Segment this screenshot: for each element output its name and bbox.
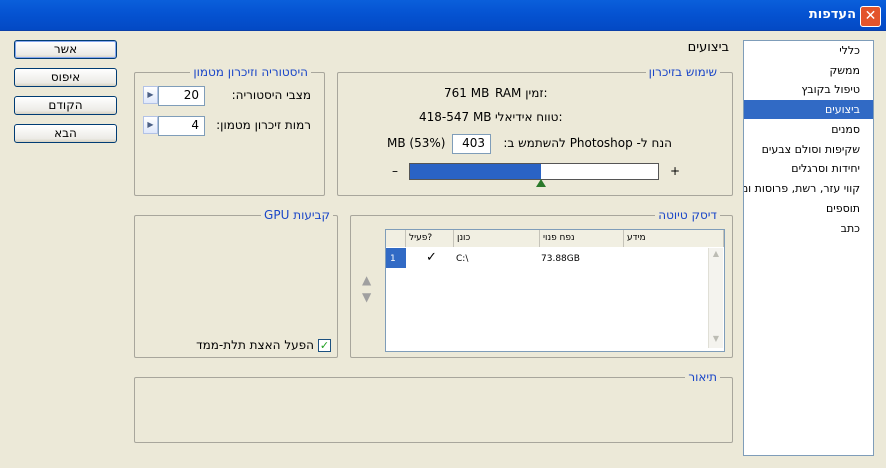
prev-button[interactable]: הקודם: [14, 96, 117, 115]
ideal-range-label: טווח אידיאלי:: [495, 110, 563, 124]
sidebar-item-plugins[interactable]: תוספים: [744, 199, 873, 218]
sidebar-item-units-rulers[interactable]: יחידות וסרגלים: [744, 159, 873, 178]
column-header-free-space[interactable]: נפח פנוי: [540, 230, 624, 247]
available-ram-label: RAM זמין:: [495, 86, 548, 100]
column-header-active[interactable]: פעיל?: [406, 230, 454, 247]
enable-opengl-checkbox[interactable]: ✓: [318, 339, 331, 352]
history-states-spinner[interactable]: ▶: [143, 86, 158, 104]
gpu-settings-group: [134, 215, 338, 358]
title-bar: [0, 0, 886, 31]
sidebar-item-type[interactable]: כתב: [744, 219, 873, 238]
let-photoshop-use-label: הנח ל- Photoshop להשתמש ב:: [503, 136, 672, 150]
move-up-icon[interactable]: ▲: [362, 273, 371, 287]
memory-usage-legend: שימוש בזיכרון: [645, 65, 720, 79]
memory-usage-input[interactable]: 403: [452, 134, 491, 154]
sidebar-item-general[interactable]: כללי: [744, 41, 873, 60]
column-header-index: [386, 230, 406, 247]
description-group: [134, 377, 733, 443]
memory-slider-fill: [410, 164, 541, 179]
section-title: ביצועים: [687, 40, 729, 55]
table-row-drive: C:\: [456, 254, 469, 264]
cache-levels-label: רמות זיכרון מטמון:: [216, 118, 311, 132]
sidebar-item-interface[interactable]: ממשק: [744, 61, 873, 80]
sidebar-item-cursors[interactable]: סמנים: [744, 120, 873, 139]
scroll-up-icon[interactable]: ▲: [710, 249, 722, 262]
window-title: העדפות: [808, 7, 856, 22]
column-header-info[interactable]: מידע: [624, 230, 724, 247]
scratch-disk-legend: דיסק טיוטה: [655, 208, 720, 222]
reset-button[interactable]: איפוס: [14, 68, 117, 87]
memory-slider-track[interactable]: [409, 163, 659, 180]
cache-levels-spinner[interactable]: ▶: [143, 116, 158, 134]
sidebar-item-guides-grid-slices[interactable]: קווי עזר, רשת, פרוסות ומונה: [744, 179, 873, 198]
ok-button[interactable]: אשר: [14, 40, 117, 59]
sidebar-item-transparency-gamut[interactable]: שקיפות וסולם צבעים: [744, 140, 873, 159]
ideal-range-value: 418-547 MB: [419, 110, 492, 124]
table-row-free-space: 73.88GB: [541, 254, 580, 264]
sidebar-item-performance[interactable]: ביצועים: [744, 100, 873, 119]
description-legend: תיאור: [685, 370, 720, 384]
move-down-icon[interactable]: ▼: [362, 290, 371, 304]
available-ram-value: 761 MB: [444, 86, 490, 100]
enable-opengl-label: הפעל האצת תלת-ממד: [196, 338, 314, 352]
history-states-input[interactable]: 20: [158, 86, 205, 106]
table-row-index: 1: [390, 254, 396, 264]
next-button[interactable]: הבא: [14, 124, 117, 143]
scratch-disk-table[interactable]: פעיל? כונן נפח פנוי מידע 1 ✓ C:\ 73.88GB…: [385, 229, 725, 352]
memory-slider-thumb[interactable]: [536, 179, 546, 187]
close-button[interactable]: ✕: [860, 6, 881, 27]
memory-percent-label: MB (53%): [387, 136, 446, 150]
slider-plus: +: [670, 164, 681, 178]
table-row-active-check[interactable]: ✓: [426, 250, 437, 265]
column-header-drive[interactable]: כונן: [454, 230, 540, 247]
sidebar-item-file-handling[interactable]: טיפול בקובץ: [744, 80, 873, 99]
preferences-category-list[interactable]: כללי ממשק טיפול בקובץ ביצועים סמנים שקיפ…: [743, 40, 874, 456]
gpu-settings-legend: קביעות GPU: [261, 208, 333, 222]
table-scrollbar[interactable]: ▲ ▼: [708, 248, 723, 348]
history-states-label: מצבי היסטוריה:: [231, 88, 311, 102]
slider-minus: –: [392, 164, 398, 178]
table-row-selected-marker: [386, 248, 406, 268]
cache-levels-input[interactable]: 4: [158, 116, 205, 136]
scroll-down-icon[interactable]: ▼: [710, 334, 722, 347]
history-cache-legend: היסטוריה וזיכרון מטמון: [190, 65, 311, 79]
